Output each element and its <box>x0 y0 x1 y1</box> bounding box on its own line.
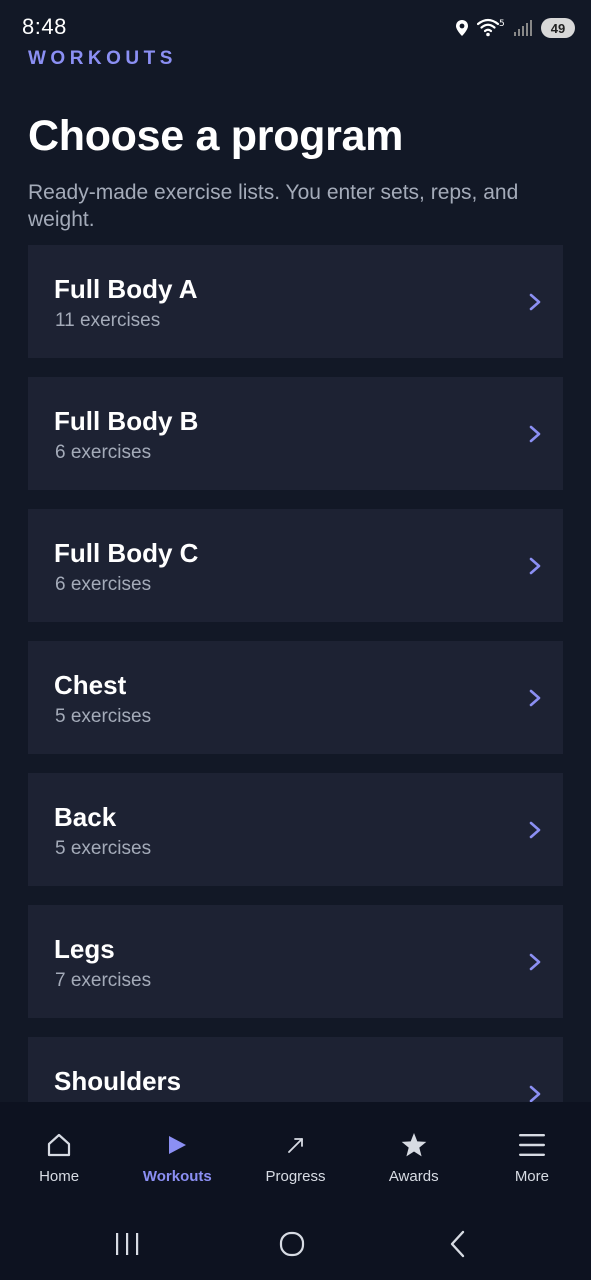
program-card-full-body-a[interactable]: Full Body A 11 exercises <box>28 245 563 358</box>
home-icon <box>44 1130 74 1160</box>
program-exercise-count: 6 exercises <box>55 574 152 595</box>
status-bar: 8:48 5 49 <box>0 0 591 52</box>
home-circle-icon <box>279 1231 305 1257</box>
program-exercise-count: 7 exercises <box>55 970 152 991</box>
program-exercise-count: 5 exercises <box>55 706 152 727</box>
chevron-right-icon <box>529 1085 541 1102</box>
program-name: Shoulders <box>54 1066 182 1096</box>
program-card-back[interactable]: Back 5 exercises <box>28 773 563 886</box>
program-list: Full Body A 11 exercises Full Body B 6 e… <box>28 245 563 1102</box>
nav-label: More <box>514 1168 549 1185</box>
program-name: Back <box>54 802 117 832</box>
back-icon <box>450 1230 465 1258</box>
nav-label: Home <box>39 1168 80 1185</box>
workouts-screen: WORKOUTS Choose a program Ready-made exe… <box>0 0 591 1280</box>
program-name: Legs <box>54 934 115 964</box>
status-time: 8:48 <box>22 14 67 39</box>
play-icon <box>162 1130 192 1160</box>
nav-label: Awards <box>388 1168 439 1185</box>
signal-icon <box>514 20 532 36</box>
chevron-right-icon <box>529 293 541 311</box>
wifi-icon: 5 <box>477 18 505 37</box>
star-icon <box>399 1130 429 1160</box>
svg-text:5: 5 <box>499 19 505 29</box>
page-subtitle: Ready-made exercise lists. You enter set… <box>28 181 519 231</box>
nav-label: Progress <box>265 1168 326 1185</box>
nav-label: Workouts <box>142 1168 212 1185</box>
program-card-legs[interactable]: Legs 7 exercises <box>28 905 563 1018</box>
program-card-chest[interactable]: Chest 5 exercises <box>28 641 563 754</box>
chevron-right-icon <box>529 953 541 971</box>
nav-item-progress[interactable]: Progress <box>236 1102 354 1200</box>
program-exercise-count: 6 exercises <box>55 442 152 463</box>
system-nav-bar <box>0 1200 591 1280</box>
nav-item-more[interactable]: More <box>473 1102 591 1200</box>
battery-indicator: 49 <box>541 18 575 38</box>
recent-apps-button[interactable] <box>107 1224 147 1264</box>
program-card-shoulders[interactable]: Shoulders <box>28 1037 563 1102</box>
chevron-right-icon <box>529 689 541 707</box>
nav-item-awards[interactable]: Awards <box>355 1102 473 1200</box>
bottom-nav: Home Workouts Progress Awards More <box>0 1102 591 1200</box>
program-name: Full Body B <box>54 406 199 436</box>
content-scroll-area[interactable]: WORKOUTS Choose a program Ready-made exe… <box>0 0 591 1102</box>
chevron-right-icon <box>529 557 541 575</box>
chevron-right-icon <box>529 821 541 839</box>
menu-icon <box>517 1130 547 1160</box>
program-name: Full Body A <box>54 274 198 304</box>
program-card-full-body-b[interactable]: Full Body B 6 exercises <box>28 377 563 490</box>
program-name: Chest <box>54 670 127 700</box>
system-home-button[interactable] <box>272 1224 312 1264</box>
program-card-full-body-c[interactable]: Full Body C 6 exercises <box>28 509 563 622</box>
location-icon <box>456 20 468 36</box>
program-exercise-count: 5 exercises <box>55 838 152 859</box>
program-exercise-count: 11 exercises <box>55 310 161 331</box>
chevron-right-icon <box>529 425 541 443</box>
system-back-button[interactable] <box>438 1224 478 1264</box>
nav-item-home[interactable]: Home <box>0 1102 118 1200</box>
recent-apps-icon <box>116 1233 139 1255</box>
nav-item-workouts[interactable]: Workouts <box>118 1102 236 1200</box>
page-title: Choose a program <box>28 112 404 160</box>
status-icons: 5 49 <box>455 14 575 42</box>
trend-arrow-icon <box>281 1130 311 1160</box>
program-name: Full Body C <box>54 538 199 568</box>
